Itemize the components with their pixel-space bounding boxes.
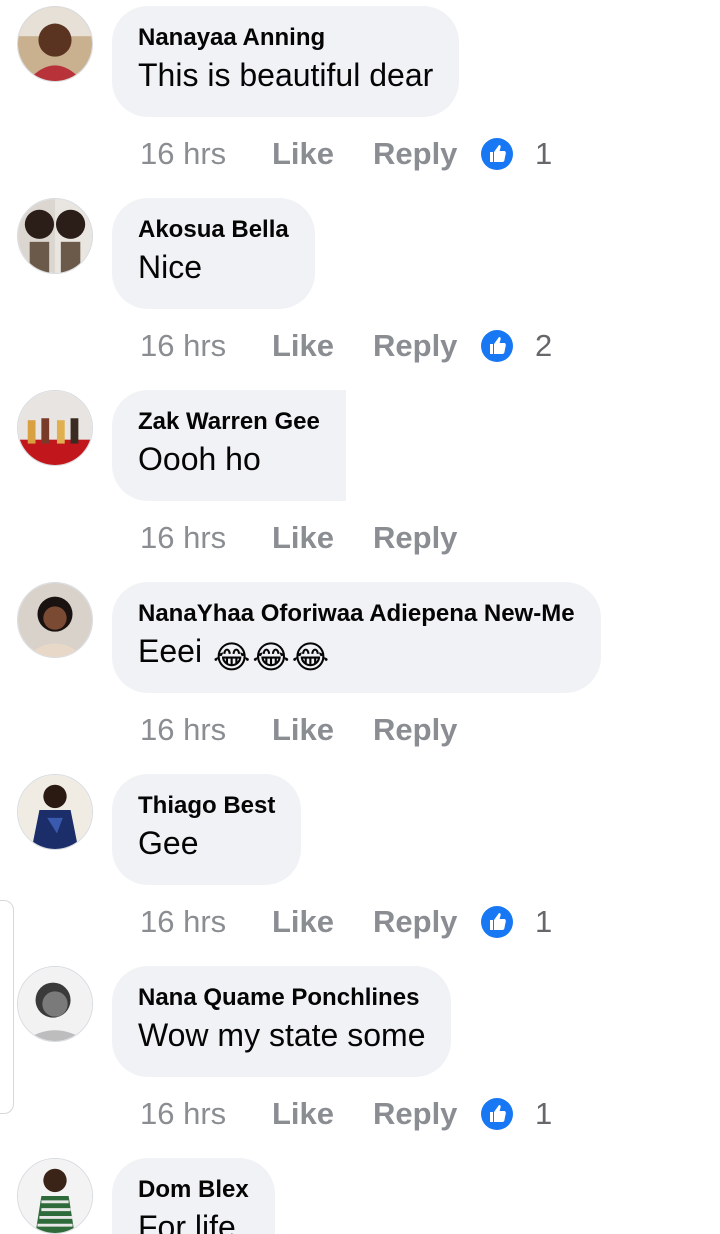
reply-button[interactable]: Reply (373, 902, 457, 942)
thumbs-up-icon[interactable] (481, 1098, 513, 1130)
comment-text: Gee (138, 825, 199, 861)
like-button[interactable]: Like (272, 326, 334, 366)
comment: Zak Warren Gee Oooh ho 16 hrs Like Reply (0, 390, 720, 582)
like-button[interactable]: Like (272, 518, 334, 558)
reaction-count[interactable]: 1 (535, 902, 552, 942)
reaction-count[interactable]: 1 (535, 1094, 552, 1134)
comment-bubble: Nana Quame Ponchlines Wow my state some (112, 966, 452, 1077)
avatar[interactable] (17, 582, 93, 658)
avatar[interactable] (17, 774, 93, 850)
thumbs-up-icon[interactable] (481, 138, 513, 170)
comment-bubble: NanaYhaa Oforiwaa Adiepena New-Me Eeei 😂… (112, 582, 601, 693)
like-button[interactable]: Like (272, 902, 334, 942)
timestamp[interactable]: 16 hrs (140, 1094, 226, 1134)
like-button[interactable]: Like (272, 1094, 334, 1134)
author-name[interactable]: Nana Quame Ponchlines (138, 983, 425, 1013)
comment-bubble: Thiago Best Gee (112, 774, 302, 885)
avatar[interactable] (17, 6, 93, 82)
comment-text: For life (138, 1209, 236, 1234)
author-name[interactable]: Akosua Bella (138, 215, 289, 245)
like-button[interactable]: Like (272, 134, 334, 174)
avatar[interactable] (17, 1158, 93, 1234)
laughing-emoji-icon: 😂 (212, 639, 251, 675)
comment-bubble: Dom Blex For life (112, 1158, 275, 1234)
avatar[interactable] (17, 198, 93, 274)
thumbs-up-icon[interactable] (481, 330, 513, 362)
avatar[interactable] (17, 966, 93, 1042)
side-edge-tab[interactable] (0, 900, 14, 1114)
timestamp[interactable]: 16 hrs (140, 710, 226, 750)
comment: Thiago Best Gee 16 hrs Like Reply 1 (0, 774, 720, 966)
reply-button[interactable]: Reply (373, 326, 457, 366)
comment-bubble: Zak Warren Gee Oooh ho (112, 390, 346, 501)
comment-text: Oooh ho (138, 441, 261, 477)
author-name[interactable]: Thiago Best (138, 791, 275, 821)
reaction-count[interactable]: 2 (535, 326, 552, 366)
comment-bubble: Akosua Bella Nice (112, 198, 315, 309)
comment-text: Nice (138, 249, 203, 285)
reply-button[interactable]: Reply (373, 518, 457, 558)
author-name[interactable]: NanaYhaa Oforiwaa Adiepena New-Me (138, 599, 575, 629)
comment: Akosua Bella Nice 16 hrs Like Reply 2 (0, 198, 720, 390)
author-name[interactable]: Nanayaa Anning (138, 23, 433, 53)
laughing-emoji-icon: 😂 (252, 639, 290, 675)
comment-bubble: Nanayaa Anning This is beautiful dear (112, 6, 460, 117)
thumbs-up-icon[interactable] (481, 906, 513, 938)
comment: NanaYhaa Oforiwaa Adiepena New-Me Eeei 😂… (0, 582, 720, 774)
like-button[interactable]: Like (272, 710, 334, 750)
reaction-count[interactable]: 1 (535, 134, 552, 174)
author-name[interactable]: Zak Warren Gee (138, 407, 320, 437)
avatar[interactable] (17, 390, 93, 466)
reply-button[interactable]: Reply (373, 710, 457, 750)
timestamp[interactable]: 16 hrs (140, 134, 226, 174)
timestamp[interactable]: 16 hrs (140, 518, 226, 558)
timestamp[interactable]: 16 hrs (140, 326, 226, 366)
timestamp[interactable]: 16 hrs (140, 902, 226, 942)
comment-text: Wow my state some (138, 1017, 426, 1053)
comment: Nanayaa Anning This is beautiful dear 16… (0, 6, 720, 198)
comment-text: This is beautiful dear (138, 57, 434, 93)
comment: Dom Blex For life (0, 1158, 720, 1234)
comment-text: Eeei 😂😂😂 (138, 631, 575, 677)
comment-text-content: Eeei (138, 633, 203, 669)
author-name[interactable]: Dom Blex (138, 1175, 249, 1205)
reply-button[interactable]: Reply (373, 134, 457, 174)
laughing-emoji-icon: 😂 (291, 639, 330, 675)
reply-button[interactable]: Reply (373, 1094, 457, 1134)
comment: Nana Quame Ponchlines Wow my state some … (0, 966, 720, 1158)
